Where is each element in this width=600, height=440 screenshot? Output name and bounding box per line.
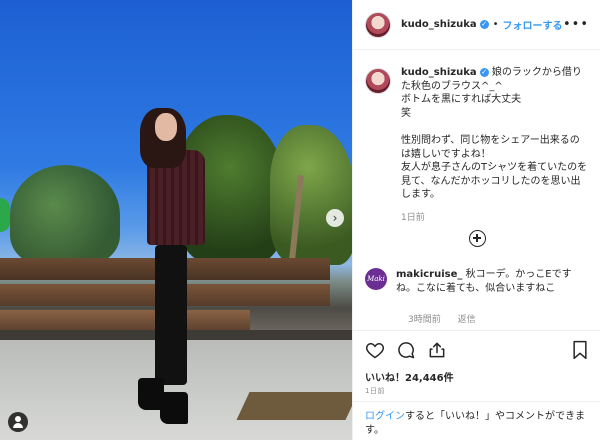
verified-badge-icon: ✓ [479,68,489,77]
comment-avatar[interactable]: Maki [365,268,387,290]
comment-item: Maki makicruise_ 秋コーデ。かっこEですね。こなに着ても、似合い… [365,268,593,296]
photo-person-boot [160,392,188,424]
bookmark-icon[interactable] [571,340,589,360]
next-slide-button[interactable]: › [326,209,344,227]
photo-mat [236,392,352,420]
load-more-comments-icon[interactable] [469,230,486,247]
comment-username[interactable]: makicruise_ [396,269,462,280]
post-actions: いいね！24,446件 1日前 ログインすると「いいね！」やコメントができます。 [353,330,600,440]
caption-time: 1日前 [401,212,425,223]
caption: kudo_shizuka ✓ 娘のラックから借りた秋色のブラウス^_^ ボトムを黒… [365,66,589,202]
comment-time: 3時間前 [408,315,441,325]
header-separator: • [492,19,499,30]
user-icon-head [15,416,21,422]
photo-bench [0,310,250,330]
author-username[interactable]: kudo_shizuka [401,19,477,30]
likes-count[interactable]: いいね！24,446件 [365,369,454,384]
caption-text: kudo_shizuka ✓ 娘のラックから借りた秋色のブラウス^_^ ボトムを黒… [401,66,589,202]
photo-tree [270,125,352,265]
login-link[interactable]: ログイン [365,411,405,422]
comment-meta: 3時間前 返信 [408,312,490,325]
caption-body: 娘のラックから借りた秋色のブラウス^_^ ボトムを黒にすれば大丈夫 笑 性別問わ… [401,67,588,201]
post-header: kudo_shizuka ✓ • フォローする ••• [353,0,600,50]
tagged-user-icon[interactable] [8,412,28,432]
comment-text: makicruise_ 秋コーデ。かっこEですね。こなに着ても、似合いますねこ [396,268,586,296]
user-icon-body [13,423,23,428]
share-icon[interactable] [427,340,447,360]
photo-person-face [155,113,177,141]
post-photo[interactable]: › [0,0,352,440]
verified-badge-icon: ✓ [479,20,489,29]
login-prompt: ログインすると「いいね！」やコメントができます。 [353,401,600,438]
heart-icon[interactable] [365,340,385,360]
follow-button[interactable]: フォローする [503,17,563,32]
action-icons [365,340,447,360]
post-date: 1日前 [365,387,385,395]
previous-slide-hint [0,198,10,232]
more-options-icon[interactable]: ••• [563,17,589,32]
caption-author-avatar[interactable] [365,68,391,94]
reply-button[interactable]: 返信 [458,315,476,325]
photo-tree [10,165,120,265]
caption-username[interactable]: kudo_shizuka [401,67,477,78]
photo-person-legs [155,245,187,385]
post-side-panel: kudo_shizuka ✓ • フォローする ••• kudo_shizuka… [352,0,600,440]
author-avatar[interactable] [365,11,391,38]
comment-icon[interactable] [396,340,416,360]
